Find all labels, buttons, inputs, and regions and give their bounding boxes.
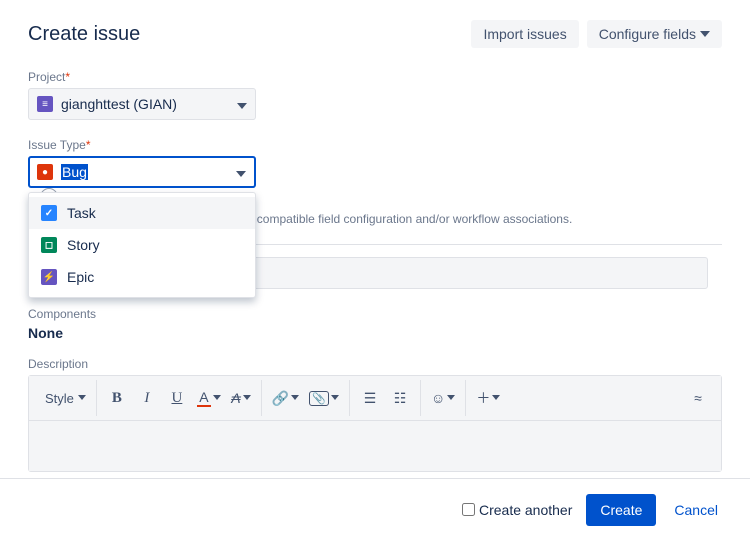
more-button[interactable]: ＋ (472, 384, 504, 412)
expand-toolbar-button[interactable]: ≈ (687, 384, 715, 412)
issue-type-label: Issue Type* (28, 138, 722, 152)
chevron-down-icon (331, 395, 339, 401)
project-selected-value: gianghttest (GIAN) (61, 96, 177, 112)
description-editor: Style B I U A ₳ 🔗 📎 ☰ ☷ ☺ (28, 375, 722, 472)
bullet-list-button[interactable]: ☰ (356, 384, 384, 412)
chevron-down-icon (236, 164, 246, 180)
numbered-list-button[interactable]: ☷ (386, 384, 414, 412)
cancel-button[interactable]: Cancel (670, 494, 722, 526)
numbered-list-icon: ☷ (394, 390, 407, 407)
editor-toolbar: Style B I U A ₳ 🔗 📎 ☰ ☷ ☺ (29, 376, 721, 421)
required-marker: * (65, 70, 70, 84)
chevron-down-icon (447, 395, 455, 401)
issue-type-select-wrap: ● Bug ? ✓ Task ◻ Story ⚡ Epic (28, 156, 256, 206)
link-button[interactable]: 🔗 (268, 384, 303, 412)
chevron-down-icon (492, 395, 500, 401)
issue-type-field: Issue Type* ● Bug ? ✓ Task ◻ Story ⚡ (28, 138, 722, 226)
chevron-down-icon (78, 395, 86, 401)
header-actions: Import issues Configure fields (471, 20, 722, 48)
clear-formatting-button[interactable]: ₳ (227, 384, 255, 412)
bullet-list-icon: ☰ (364, 390, 377, 407)
issue-type-option-story[interactable]: ◻ Story (29, 229, 255, 261)
chevron-down-icon (243, 395, 251, 401)
import-issues-label: Import issues (483, 26, 566, 42)
project-label: Project* (28, 70, 722, 84)
task-icon: ✓ (41, 205, 57, 221)
components-value: None (28, 325, 722, 341)
italic-button[interactable]: I (133, 384, 161, 412)
story-icon: ◻ (41, 237, 57, 253)
issue-type-selected-value: Bug (61, 164, 88, 180)
underline-button[interactable]: U (163, 384, 191, 412)
import-issues-button[interactable]: Import issues (471, 20, 578, 48)
option-label: Epic (67, 269, 94, 285)
components-label: Components (28, 307, 722, 321)
description-textarea[interactable] (29, 421, 721, 471)
dialog-footer: Create another Create Cancel (0, 478, 750, 540)
link-icon: 🔗 (272, 390, 289, 407)
create-another-label: Create another (479, 502, 572, 518)
bold-button[interactable]: B (103, 384, 131, 412)
issue-type-option-task[interactable]: ✓ Task (29, 197, 255, 229)
chevron-down-icon (213, 395, 221, 401)
emoji-button[interactable]: ☺ (427, 384, 459, 412)
issue-type-select[interactable]: ● Bug (28, 156, 256, 188)
required-marker: * (86, 138, 91, 152)
create-button[interactable]: Create (586, 494, 656, 526)
create-another-checkbox[interactable] (462, 503, 475, 516)
option-label: Task (67, 205, 96, 221)
configure-fields-label: Configure fields (599, 26, 696, 42)
expand-icon: ≈ (694, 390, 702, 406)
chevron-down-icon (237, 96, 247, 112)
dialog-title: Create issue (28, 23, 140, 46)
create-issue-dialog: Create issue Import issues Configure fie… (0, 0, 750, 478)
epic-icon: ⚡ (41, 269, 57, 285)
bug-icon: ● (37, 164, 53, 180)
issue-type-dropdown: ✓ Task ◻ Story ⚡ Epic (28, 192, 256, 298)
project-avatar-icon: ≡ (37, 96, 53, 112)
project-field: Project* ≡ gianghttest (GIAN) (28, 70, 722, 120)
configure-fields-button[interactable]: Configure fields (587, 20, 722, 48)
project-select-wrap: ≡ gianghttest (GIAN) (28, 88, 256, 120)
attachment-button[interactable]: 📎 (305, 384, 343, 412)
attachment-icon: 📎 (309, 391, 329, 406)
description-label: Description (28, 357, 722, 371)
option-label: Story (67, 237, 100, 253)
project-select[interactable]: ≡ gianghttest (GIAN) (28, 88, 256, 120)
chevron-down-icon (700, 31, 710, 37)
text-color-button[interactable]: A (193, 384, 225, 412)
create-another-wrap[interactable]: Create another (462, 502, 572, 518)
text-color-icon: A (197, 390, 211, 407)
dialog-header: Create issue Import issues Configure fie… (28, 20, 722, 48)
chevron-down-icon (291, 395, 299, 401)
emoji-icon: ☺ (431, 390, 445, 406)
issue-type-option-epic[interactable]: ⚡ Epic (29, 261, 255, 293)
plus-icon: ＋ (476, 388, 490, 408)
style-dropdown[interactable]: Style (41, 384, 90, 412)
